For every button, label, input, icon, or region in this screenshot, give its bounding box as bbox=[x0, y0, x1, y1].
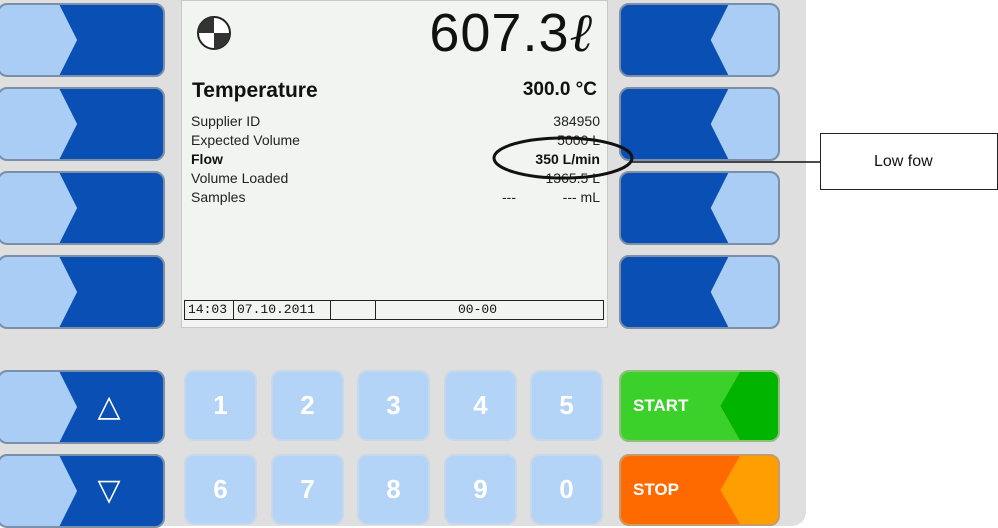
start-label: START bbox=[633, 396, 689, 415]
right-softkey-1[interactable] bbox=[619, 3, 780, 77]
status-bar: 14:03 07.10.2011 00-00 bbox=[184, 300, 604, 320]
scroll-down-button[interactable]: ▽ bbox=[0, 454, 165, 528]
digit-key-3[interactable]: 3 bbox=[357, 370, 430, 441]
row-expected-volume: Expected Volume 5000 L bbox=[191, 132, 600, 150]
row-label: Expected Volume bbox=[191, 132, 300, 148]
row-supplier-id: Supplier ID 384950 bbox=[191, 113, 600, 131]
volume-readout: 607.3ℓ bbox=[429, 1, 593, 64]
status-date: 07.10.2011 bbox=[234, 301, 331, 319]
digit-key-7[interactable]: 7 bbox=[271, 454, 344, 525]
lcd-display: 607.3ℓ Temperature 300.0 °C Supplier ID … bbox=[181, 0, 608, 328]
up-triangle-icon: △ bbox=[97, 390, 121, 423]
volume-unit: ℓ bbox=[569, 1, 593, 64]
device-panel: △ ▽ 1 2 3 4 5 6 7 8 9 0 START STOP 607.3… bbox=[0, 0, 806, 528]
digit-key-5[interactable]: 5 bbox=[530, 370, 603, 441]
right-softkey-3[interactable] bbox=[619, 171, 780, 245]
target-quadrant-icon bbox=[197, 16, 231, 50]
status-time: 14:03 bbox=[185, 301, 234, 319]
row-label: Samples bbox=[191, 189, 246, 205]
row-value: 1365.5 L bbox=[545, 170, 601, 186]
row-label: Volume Loaded bbox=[191, 170, 289, 186]
row-volume-loaded: Volume Loaded 1365.5 L bbox=[191, 170, 600, 188]
digit-key-9[interactable]: 9 bbox=[444, 454, 517, 525]
row-value: 384950 bbox=[553, 113, 600, 129]
status-code: 00-00 bbox=[458, 302, 498, 317]
row-flow: Flow 350 L/min bbox=[191, 151, 600, 169]
row-value: --- mL bbox=[562, 189, 600, 205]
temperature-value: 300.0 °C bbox=[522, 79, 597, 100]
digit-key-1[interactable]: 1 bbox=[184, 370, 257, 441]
digit-key-6[interactable]: 6 bbox=[184, 454, 257, 525]
right-softkey-4[interactable] bbox=[619, 255, 780, 329]
callout-box: Low fow bbox=[820, 133, 998, 190]
digit-key-8[interactable]: 8 bbox=[357, 454, 430, 525]
left-softkey-3[interactable] bbox=[0, 171, 165, 245]
left-softkey-4[interactable] bbox=[0, 255, 165, 329]
digit-key-4[interactable]: 4 bbox=[444, 370, 517, 441]
right-softkey-2[interactable] bbox=[619, 87, 780, 161]
screen-title: Temperature bbox=[192, 79, 318, 102]
row-label: Flow bbox=[191, 151, 223, 167]
status-empty bbox=[331, 301, 376, 319]
down-triangle-icon: ▽ bbox=[97, 474, 121, 507]
row-mid-value: --- bbox=[502, 189, 516, 205]
row-value: 5000 L bbox=[557, 132, 600, 148]
left-softkey-2[interactable] bbox=[0, 87, 165, 161]
scroll-up-button[interactable]: △ bbox=[0, 370, 165, 444]
row-samples: Samples --- --- mL bbox=[191, 189, 600, 207]
stop-button[interactable]: STOP bbox=[619, 454, 780, 526]
digit-key-2[interactable]: 2 bbox=[271, 370, 344, 441]
volume-value: 607.3 bbox=[429, 3, 570, 63]
start-button[interactable]: START bbox=[619, 370, 780, 442]
row-label: Supplier ID bbox=[191, 113, 261, 129]
stop-label: STOP bbox=[633, 480, 679, 499]
row-value: 350 L/min bbox=[535, 151, 600, 167]
digit-key-0[interactable]: 0 bbox=[530, 454, 603, 525]
left-softkey-1[interactable] bbox=[0, 3, 165, 77]
